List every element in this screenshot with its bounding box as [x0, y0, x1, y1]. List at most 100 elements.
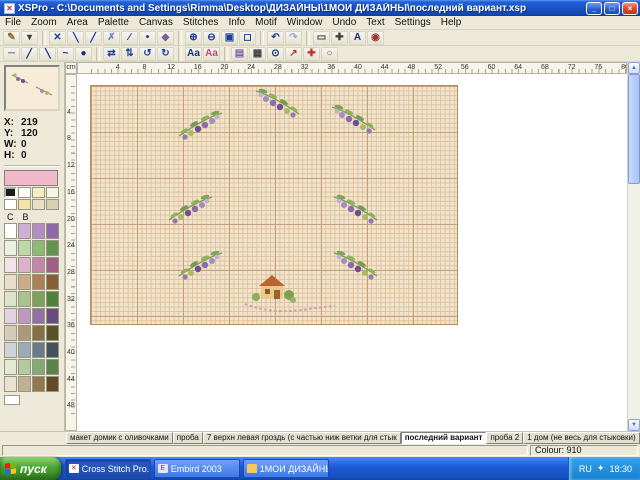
- design-tab[interactable]: макет домик с оливочками: [66, 432, 173, 444]
- olive-branch-motif[interactable]: [329, 102, 381, 136]
- zoom-out-icon[interactable]: ⊖: [203, 31, 220, 45]
- palette-swatch[interactable]: [18, 359, 31, 375]
- palette-swatch[interactable]: [4, 223, 17, 239]
- menu-item-canvas[interactable]: Canvas: [134, 17, 178, 28]
- palette-swatch[interactable]: [32, 359, 45, 375]
- curve-line-icon[interactable]: ~: [57, 47, 74, 61]
- start-button[interactable]: пуск: [0, 457, 61, 480]
- palette-swatch[interactable]: [4, 308, 17, 324]
- palette-swatch[interactable]: [4, 325, 17, 341]
- font-tool-icon[interactable]: Aa: [185, 47, 202, 61]
- palette-swatch[interactable]: [18, 257, 31, 273]
- grid-toggle-icon[interactable]: ▦: [249, 47, 266, 61]
- taskbar-task[interactable]: EEmbird 2003: [154, 459, 240, 478]
- palette-swatch[interactable]: [46, 376, 59, 392]
- palette-tool-icon[interactable]: ▤: [231, 47, 248, 61]
- palette-swatch[interactable]: [46, 223, 59, 239]
- zoom-window-icon[interactable]: ◻: [239, 31, 256, 45]
- palette-swatch[interactable]: [32, 223, 45, 239]
- garden-path-motif[interactable]: [241, 298, 337, 316]
- pencil-dropdown-icon[interactable]: ▾: [21, 31, 38, 45]
- minimize-button[interactable]: _: [586, 2, 602, 15]
- diagonal-line-up-icon[interactable]: ╱: [21, 47, 38, 61]
- olive-branch-motif[interactable]: [173, 248, 225, 282]
- palette-swatch[interactable]: [4, 240, 17, 256]
- palette-swatch[interactable]: [4, 257, 17, 273]
- palette-swatch[interactable]: [32, 376, 45, 392]
- menu-item-area[interactable]: Area: [62, 17, 93, 28]
- quarter-stitch-icon[interactable]: ╱: [85, 31, 102, 45]
- palette-swatch[interactable]: [4, 376, 17, 392]
- design-tab[interactable]: 1 дом (не весь для стыковки): [523, 432, 640, 444]
- menu-item-zoom[interactable]: Zoom: [26, 17, 62, 28]
- text-tool-icon[interactable]: A: [349, 31, 366, 45]
- font-color-tool-icon[interactable]: Aa: [203, 47, 220, 61]
- palette-swatch[interactable]: [4, 359, 17, 375]
- tray-language[interactable]: RU: [579, 464, 592, 474]
- taskbar-task[interactable]: ✕Cross Stitch Pro...: [65, 459, 151, 478]
- rotate-right-icon[interactable]: ↻: [157, 47, 174, 61]
- palette-swatch[interactable]: [46, 199, 59, 210]
- palette-swatch[interactable]: [18, 199, 31, 210]
- palette-swatch[interactable]: [46, 274, 59, 290]
- palette-swatch[interactable]: [32, 325, 45, 341]
- full-stitch-icon[interactable]: ✕: [49, 31, 66, 45]
- pointer-ne-icon[interactable]: ↗: [285, 47, 302, 61]
- menu-item-help[interactable]: Help: [436, 17, 467, 28]
- olive-branch-motif[interactable]: [173, 108, 225, 142]
- palette-swatch[interactable]: [46, 308, 59, 324]
- palette-swatch[interactable]: [32, 308, 45, 324]
- menu-item-info[interactable]: Info: [223, 17, 250, 28]
- half-stitch-icon[interactable]: ╲: [67, 31, 84, 45]
- scroll-down-button[interactable]: ▼: [628, 419, 640, 431]
- design-canvas[interactable]: [77, 74, 627, 431]
- palette-swatch[interactable]: [4, 199, 17, 210]
- menu-item-text[interactable]: Text: [361, 17, 389, 28]
- vertical-scrollbar[interactable]: ▲ ▼: [627, 62, 640, 431]
- palette-swatch[interactable]: [18, 291, 31, 307]
- palette-swatch[interactable]: [32, 274, 45, 290]
- palette-swatch[interactable]: [18, 376, 31, 392]
- palette-swatch[interactable]: [18, 187, 31, 198]
- menu-item-palette[interactable]: Palette: [93, 17, 134, 28]
- palette-swatch[interactable]: [46, 291, 59, 307]
- scroll-up-button[interactable]: ▲: [628, 62, 640, 74]
- add-mark-icon[interactable]: ✚: [303, 47, 320, 61]
- palette-swatch[interactable]: [4, 291, 17, 307]
- menu-item-file[interactable]: File: [0, 17, 26, 28]
- color-picker-icon[interactable]: ◉: [367, 31, 384, 45]
- design-tab[interactable]: последний вариант: [401, 432, 487, 444]
- palette-swatch[interactable]: [46, 342, 59, 358]
- palette-swatch[interactable]: [46, 240, 59, 256]
- zoom-fit-icon[interactable]: ▣: [221, 31, 238, 45]
- straight-line-icon[interactable]: ─: [3, 47, 20, 61]
- palette-swatch[interactable]: [32, 257, 45, 273]
- bead-mode-icon[interactable]: ◆: [157, 31, 174, 45]
- stitch-grid[interactable]: [90, 85, 458, 325]
- selected-color-swatch[interactable]: [4, 170, 58, 186]
- palette-swatch[interactable]: [18, 223, 31, 239]
- palette-swatch[interactable]: [18, 274, 31, 290]
- palette-swatch[interactable]: [46, 325, 59, 341]
- palette-swatch[interactable]: [18, 325, 31, 341]
- knot-tool-icon[interactable]: ●: [75, 47, 92, 61]
- palette-swatch[interactable]: [18, 308, 31, 324]
- design-tab[interactable]: проба 2: [486, 432, 523, 444]
- center-view-icon[interactable]: ⊙: [267, 47, 284, 61]
- palette-swatch[interactable]: [4, 187, 17, 198]
- menu-item-undo[interactable]: Undo: [327, 17, 361, 28]
- palette-swatch[interactable]: [18, 342, 31, 358]
- zoom-in-icon[interactable]: ⊕: [185, 31, 202, 45]
- diagonal-line-down-icon[interactable]: ╲: [39, 47, 56, 61]
- menu-item-stitches[interactable]: Stitches: [178, 17, 224, 28]
- palette-swatch[interactable]: [46, 187, 59, 198]
- backstitch-mode-icon[interactable]: ∕: [121, 31, 138, 45]
- three-quarter-stitch-icon[interactable]: ✗: [103, 31, 120, 45]
- flip-vertical-icon[interactable]: ⇅: [121, 47, 138, 61]
- olive-branch-motif[interactable]: [163, 192, 215, 226]
- olive-branch-motif[interactable]: [331, 248, 383, 282]
- palette-swatch[interactable]: [4, 274, 17, 290]
- palette-swatch[interactable]: [32, 199, 45, 210]
- menu-item-settings[interactable]: Settings: [390, 17, 436, 28]
- palette-swatch[interactable]: [32, 187, 45, 198]
